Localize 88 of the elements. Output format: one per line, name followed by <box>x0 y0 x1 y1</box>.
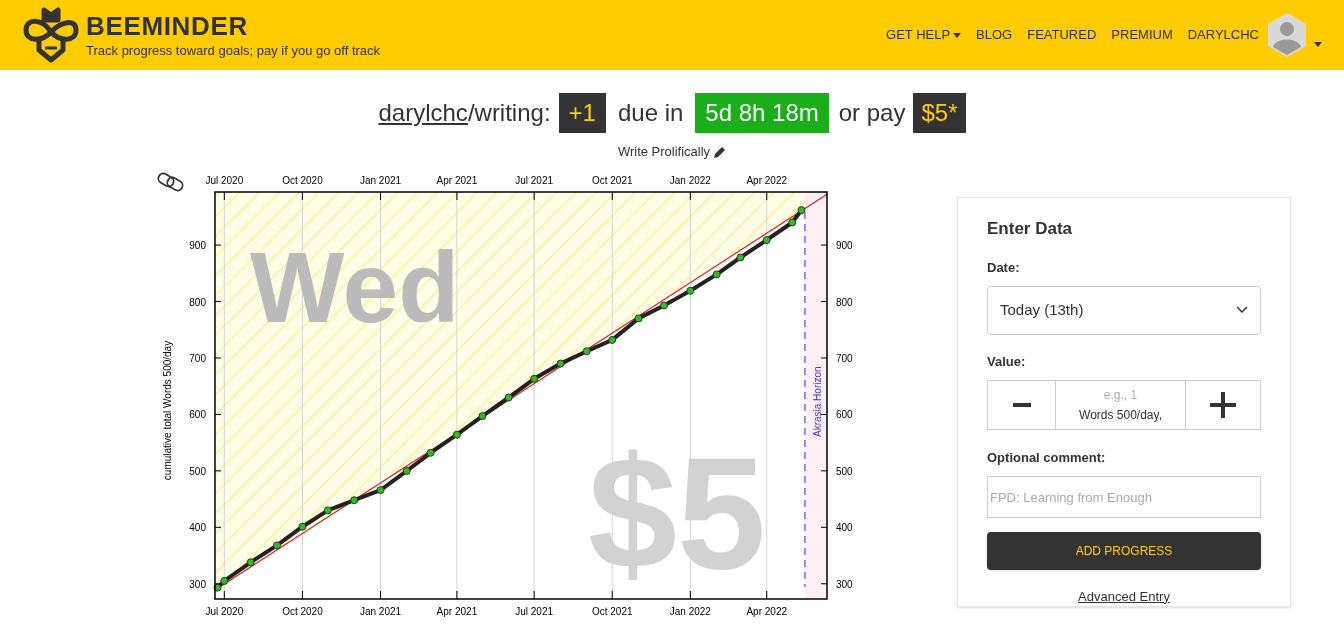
user-link[interactable]: darylchc <box>378 95 468 131</box>
add-progress-button[interactable]: ADD PROGRESS <box>987 531 1261 570</box>
x-tick-label: Oct 2021 <box>591 606 633 617</box>
comment-field[interactable]: FPD: Learning from Enough <box>987 476 1261 518</box>
pledge-badge: $5* <box>913 93 966 133</box>
point <box>504 393 513 402</box>
point <box>556 359 565 368</box>
x-tick-label: Jul 2021 <box>515 175 554 186</box>
value-field[interactable]: e.g., 1 <box>1056 385 1185 404</box>
point <box>660 301 668 310</box>
y-tick-label: 600 <box>189 409 206 421</box>
y-tick-label: 400 <box>836 522 853 534</box>
chevron-down-icon <box>1236 306 1248 315</box>
bee-logo-icon[interactable] <box>22 6 80 64</box>
point <box>323 506 332 515</box>
x-tick-label: Jan 2021 <box>359 606 402 617</box>
point <box>478 412 487 421</box>
point <box>530 374 539 383</box>
date-label: Date: <box>987 258 1021 277</box>
x-tick-label: Jan 2022 <box>669 606 711 617</box>
goal-name: /writing: <box>467 98 551 128</box>
date-select[interactable]: Today (13th) <box>987 286 1261 335</box>
link-icon[interactable] <box>155 170 186 194</box>
x-tick-label: Jul 2021 <box>515 606 554 617</box>
y-tick-label: 800 <box>836 296 853 308</box>
comment-label: Optional comment: <box>987 448 1107 467</box>
y-tick-label: 300 <box>836 578 853 590</box>
point <box>686 286 695 295</box>
x-tick-label: Jan 2022 <box>669 175 711 186</box>
point <box>402 466 411 475</box>
enter-data-card: Enter Data Date: Today (13th) Value: e.g., 1 Words 500/day, Optional comment: FPD: Learning from Enough ADD PROGRESS Advanced Entry <box>957 197 1291 607</box>
point <box>452 430 461 439</box>
value-label: Value: <box>987 352 1027 371</box>
point <box>246 558 255 567</box>
y-tick-label: 900 <box>836 240 853 252</box>
point <box>608 335 617 344</box>
logo-text[interactable]: BEEMINDER <box>86 11 381 41</box>
delta-badge: +1 <box>558 93 606 133</box>
due-label: due in <box>617 98 684 128</box>
point <box>736 253 745 262</box>
point <box>762 236 771 244</box>
y-axis-label: cumulative total Words 500/day <box>162 340 173 481</box>
y-tick-label: 700 <box>189 352 206 364</box>
x-tick-label: Apr 2022 <box>746 175 788 186</box>
point <box>298 522 307 531</box>
x-tick-label: Oct 2020 <box>282 606 323 617</box>
point <box>634 314 643 323</box>
countdown-badge: 5d 8h 18m <box>695 93 829 133</box>
point <box>582 347 591 356</box>
point <box>797 206 806 215</box>
point <box>426 448 435 457</box>
x-tick-label: Oct 2021 <box>591 175 633 186</box>
y-tick-label: 700 <box>836 352 853 364</box>
nav-link[interactable]: BLOG <box>976 25 1013 45</box>
point <box>220 576 229 585</box>
y-tick-label: 600 <box>836 409 853 421</box>
horizon-label: Akrasia Horizon <box>811 366 823 437</box>
y-tick-label: 800 <box>189 296 206 308</box>
point <box>273 541 281 550</box>
y-tick-label: 900 <box>189 240 206 252</box>
tagline: Track progress toward goals; pay if you go off track <box>86 43 381 59</box>
x-tick-label: Apr 2021 <box>436 175 478 186</box>
point <box>712 270 721 279</box>
goal-subtitle[interactable]: Write Prolifically <box>617 142 711 162</box>
caret-icon[interactable] <box>1314 42 1322 47</box>
y-tick-label: 500 <box>189 465 206 477</box>
y-tick-label: 500 <box>836 465 853 477</box>
x-tick-label: Apr 2021 <box>436 606 478 617</box>
x-tick-label: Jul 2020 <box>205 175 244 186</box>
nav-link[interactable]: GET HELP <box>886 25 962 45</box>
x-tick-label: Oct 2020 <box>282 175 323 186</box>
y-tick-label: 400 <box>189 522 206 534</box>
y-tick-label: 300 <box>189 578 206 590</box>
x-tick-label: Jan 2021 <box>359 175 402 186</box>
nav-link[interactable]: FEATURED <box>1027 25 1097 45</box>
minus-icon <box>1012 402 1031 407</box>
point <box>788 218 797 227</box>
x-tick-label: Jul 2020 <box>205 606 244 617</box>
point <box>350 496 359 505</box>
pencil-icon[interactable] <box>713 145 727 159</box>
x-tick-label: Apr 2022 <box>746 606 788 617</box>
advanced-entry-link[interactable]: Advanced Entry <box>1078 586 1170 606</box>
plus-icon <box>1210 391 1236 418</box>
pay-label: or pay <box>838 98 906 128</box>
nav-link[interactable]: DARYLCHC <box>1187 25 1259 45</box>
nav-link[interactable]: PREMIUM <box>1111 25 1173 45</box>
point <box>376 486 385 495</box>
card-title: Enter Data <box>987 218 1074 240</box>
